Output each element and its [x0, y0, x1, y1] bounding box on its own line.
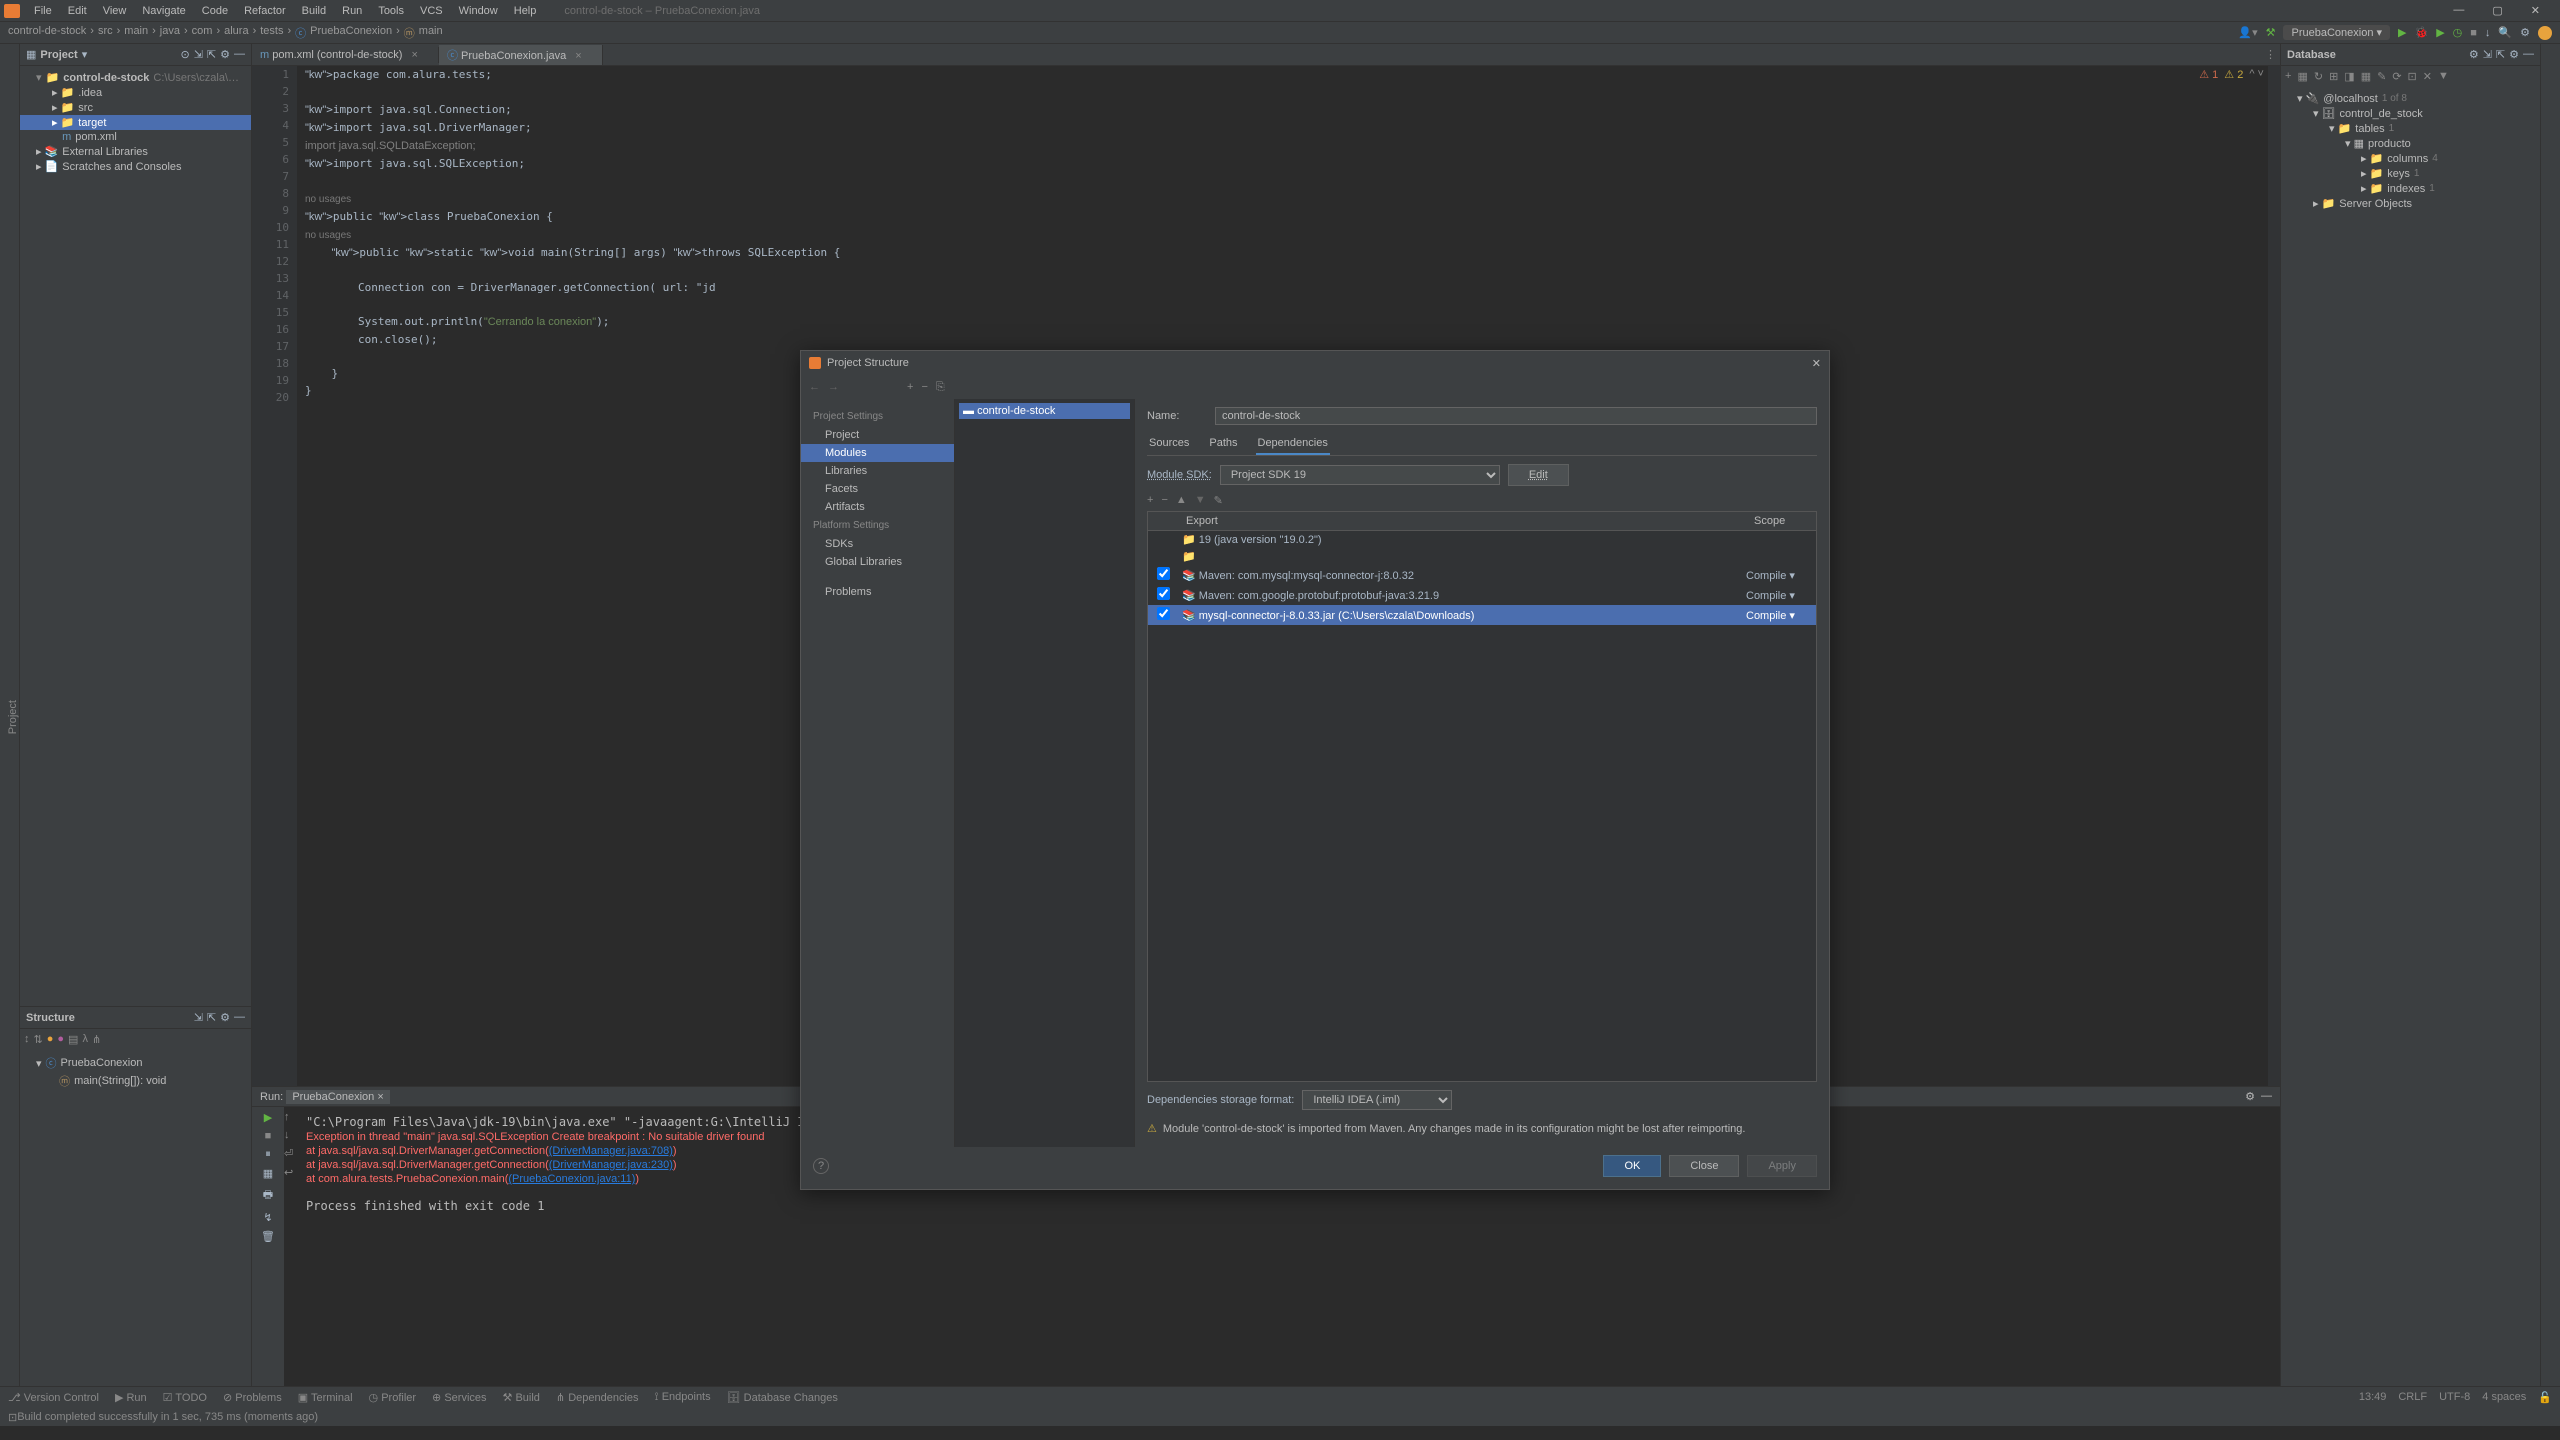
module-name-input[interactable] [1215, 407, 1817, 425]
move-down-icon[interactable]: ▼ [1195, 494, 1206, 507]
apply-button[interactable]: Apply [1747, 1155, 1817, 1177]
maven-warning: ⚠ Module 'control-de-stock' is imported … [1147, 1118, 1817, 1139]
ok-button[interactable]: OK [1603, 1155, 1661, 1177]
remove-dep-icon[interactable]: − [1161, 494, 1167, 507]
module-item[interactable]: ▬ control-de-stock [959, 403, 1130, 419]
warning-icon: ⚠ [1147, 1122, 1157, 1135]
dialog-title: Project Structure [827, 357, 909, 369]
export-checkbox[interactable] [1157, 567, 1170, 580]
add-dep-icon[interactable]: + [1147, 494, 1153, 507]
nav-artifacts[interactable]: Artifacts [801, 498, 954, 516]
module-list[interactable]: ▬ control-de-stock [955, 399, 1135, 1147]
dependency-row[interactable]: 📁 19 (java version "19.0.2") [1148, 531, 1816, 548]
export-checkbox[interactable] [1157, 587, 1170, 600]
export-checkbox[interactable] [1157, 607, 1170, 620]
name-label: Name: [1147, 410, 1207, 422]
sdk-label: Module SDK: [1147, 469, 1212, 481]
close-button[interactable]: Close [1669, 1155, 1739, 1177]
nav-global-libs[interactable]: Global Libraries [801, 553, 954, 571]
edit-dep-icon[interactable]: ✎ [1214, 494, 1223, 507]
copy-module-icon[interactable]: ⎘ [936, 381, 945, 394]
add-module-icon[interactable]: + [907, 381, 913, 393]
storage-format-select[interactable]: IntelliJ IDEA (.iml) [1302, 1090, 1452, 1110]
dependency-row[interactable]: 📚 mysql-connector-j-8.0.33.jar (C:\Users… [1148, 605, 1816, 625]
forward-icon[interactable]: → [828, 381, 839, 393]
tab-sources[interactable]: Sources [1147, 433, 1191, 455]
tab-paths[interactable]: Paths [1207, 433, 1239, 455]
module-sdk-select[interactable]: Project SDK 19 [1220, 465, 1500, 485]
nav-modules[interactable]: Modules [801, 444, 954, 462]
nav-sdks[interactable]: SDKs [801, 535, 954, 553]
remove-module-icon[interactable]: − [921, 381, 927, 393]
dialog-icon [809, 357, 821, 369]
move-up-icon[interactable]: ▲ [1176, 494, 1187, 507]
help-icon[interactable]: ? [813, 1158, 829, 1174]
edit-sdk-button[interactable]: Edit [1508, 464, 1569, 486]
tab-dependencies[interactable]: Dependencies [1256, 433, 1330, 455]
project-structure-dialog: Project Structure ✕ ← → + − ⎘ Project Se… [800, 350, 1830, 1190]
dependencies-table[interactable]: Export Scope 📁 19 (java version "19.0.2"… [1147, 511, 1817, 1082]
storage-label: Dependencies storage format: [1147, 1094, 1294, 1106]
nav-facets[interactable]: Facets [801, 480, 954, 498]
nav-libraries[interactable]: Libraries [801, 462, 954, 480]
dialog-nav: Project Settings Project Modules Librari… [801, 399, 955, 1147]
nav-project[interactable]: Project [801, 426, 954, 444]
dependency-row[interactable]: 📚 Maven: com.mysql:mysql-connector-j:8.0… [1148, 565, 1816, 585]
dependency-row[interactable]: 📁 [1148, 548, 1816, 565]
dialog-close-icon[interactable]: ✕ [1812, 357, 1821, 370]
nav-problems[interactable]: Problems [801, 583, 954, 601]
back-icon[interactable]: ← [809, 381, 820, 393]
dependency-row[interactable]: 📚 Maven: com.google.protobuf:protobuf-ja… [1148, 585, 1816, 605]
